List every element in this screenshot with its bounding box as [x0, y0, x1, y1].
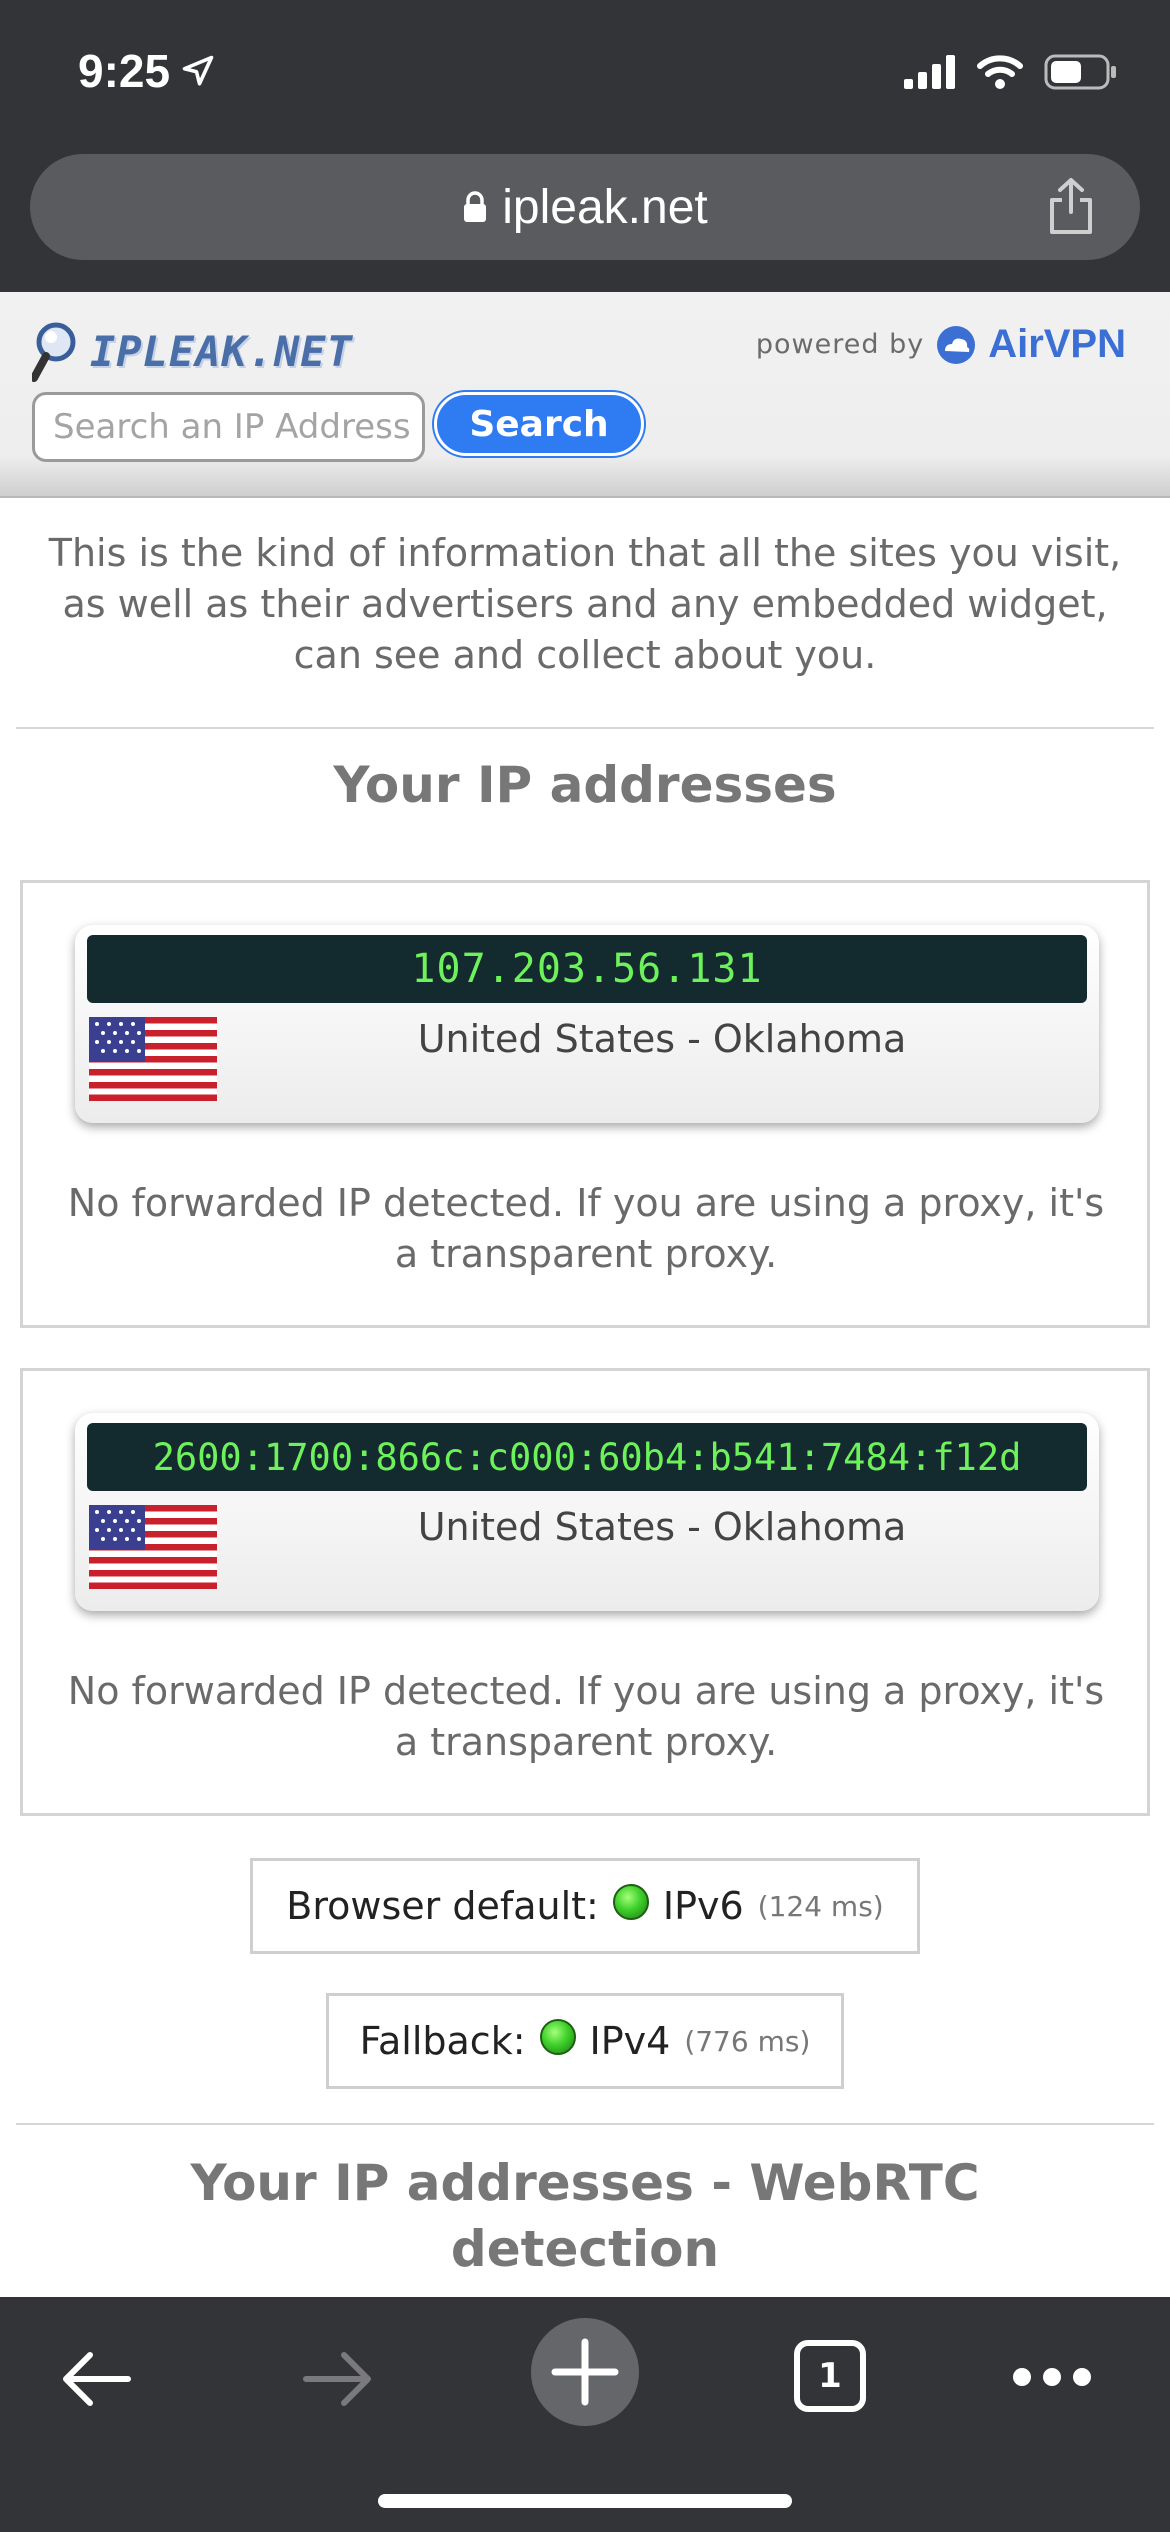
ip-address-box: 107.203.56.131 United States - Oklahoma … — [20, 880, 1150, 1328]
forward-arrow-icon[interactable] — [298, 2339, 378, 2419]
back-arrow-icon[interactable] — [56, 2339, 136, 2419]
forwarded-ip-note: No forwarded IP detected. If you are usi… — [67, 1669, 1105, 1764]
ip-address-value: 107.203.56.131 — [87, 935, 1087, 1003]
browser-default-protocol: Browser default: IPv6 (124 ms) — [250, 1858, 920, 1954]
battery-icon — [1044, 54, 1116, 90]
fallback-proto: IPv4 — [589, 2019, 671, 2063]
logo-text: IPLEAK.NET — [90, 326, 353, 376]
fallback-protocol: Fallback: IPv4 (776 ms) — [326, 1993, 844, 2089]
us-flag-icon — [89, 1017, 217, 1101]
section-title-webrtc: Your IP addresses - WebRTC detection — [190, 2154, 980, 2278]
status-icons — [904, 54, 1118, 90]
intro-text: This is the kind of information that all… — [48, 531, 1122, 677]
fallback-latency: (776 ms) — [684, 2024, 811, 2058]
browser-default-label: Browser default: — [286, 1884, 599, 1928]
site-logo[interactable]: IPLEAK.NET — [32, 320, 353, 382]
ip-card: 2600:1700:866c:c000:60b4:b541:7484:f12d … — [75, 1413, 1099, 1611]
search-button[interactable]: Search — [434, 392, 644, 456]
time-text: 9:25 — [78, 45, 171, 97]
status-time: 9:25 — [78, 44, 216, 98]
ip-location: United States - Oklahoma — [417, 1505, 907, 1549]
powered-by[interactable]: powered by AirVPN — [756, 322, 1126, 367]
location-arrow-icon — [182, 55, 214, 86]
us-flag-icon — [89, 1505, 217, 1589]
browser-default-latency: (124 ms) — [757, 1889, 884, 1923]
share-icon[interactable] — [1046, 176, 1096, 236]
ip-card: 107.203.56.131 United States - Oklahoma — [75, 925, 1099, 1123]
more-menu-icon[interactable] — [1010, 2357, 1094, 2397]
ip-search-input[interactable] — [32, 392, 425, 462]
browser-top-bar: 9:25 ipleak.net — [0, 0, 1170, 292]
ip-address-box: 2600:1700:866c:c000:60b4:b541:7484:f12d … — [20, 1368, 1150, 1816]
browser-default-proto: IPv6 — [662, 1884, 744, 1928]
divider — [16, 2123, 1154, 2125]
status-ok-icon — [612, 1884, 649, 1920]
forwarded-ip-note: No forwarded IP detected. If you are usi… — [67, 1181, 1105, 1276]
status-ok-icon — [539, 2019, 576, 2055]
fallback-label: Fallback: — [359, 2019, 526, 2063]
lock-icon — [464, 191, 487, 222]
wifi-icon — [977, 55, 1023, 89]
tabs-count-button[interactable]: 1 — [794, 2340, 866, 2412]
airvpn-brand: AirVPN — [988, 322, 1126, 366]
ip-location: United States - Oklahoma — [417, 1017, 907, 1061]
cellular-signal-icon — [904, 55, 955, 89]
new-tab-plus-icon[interactable] — [530, 2317, 640, 2427]
home-indicator — [378, 2494, 792, 2508]
magnifier-logo-icon — [32, 322, 76, 382]
divider — [16, 727, 1154, 729]
powered-by-label: powered by — [755, 329, 925, 360]
url-text: ipleak.net — [502, 180, 708, 234]
address-bar[interactable]: ipleak.net — [30, 154, 1140, 260]
airvpn-logo-icon — [937, 325, 976, 364]
ip-address-value: 2600:1700:866c:c000:60b4:b541:7484:f12d — [87, 1423, 1087, 1491]
section-title-ip-addresses: Your IP addresses — [333, 756, 837, 814]
